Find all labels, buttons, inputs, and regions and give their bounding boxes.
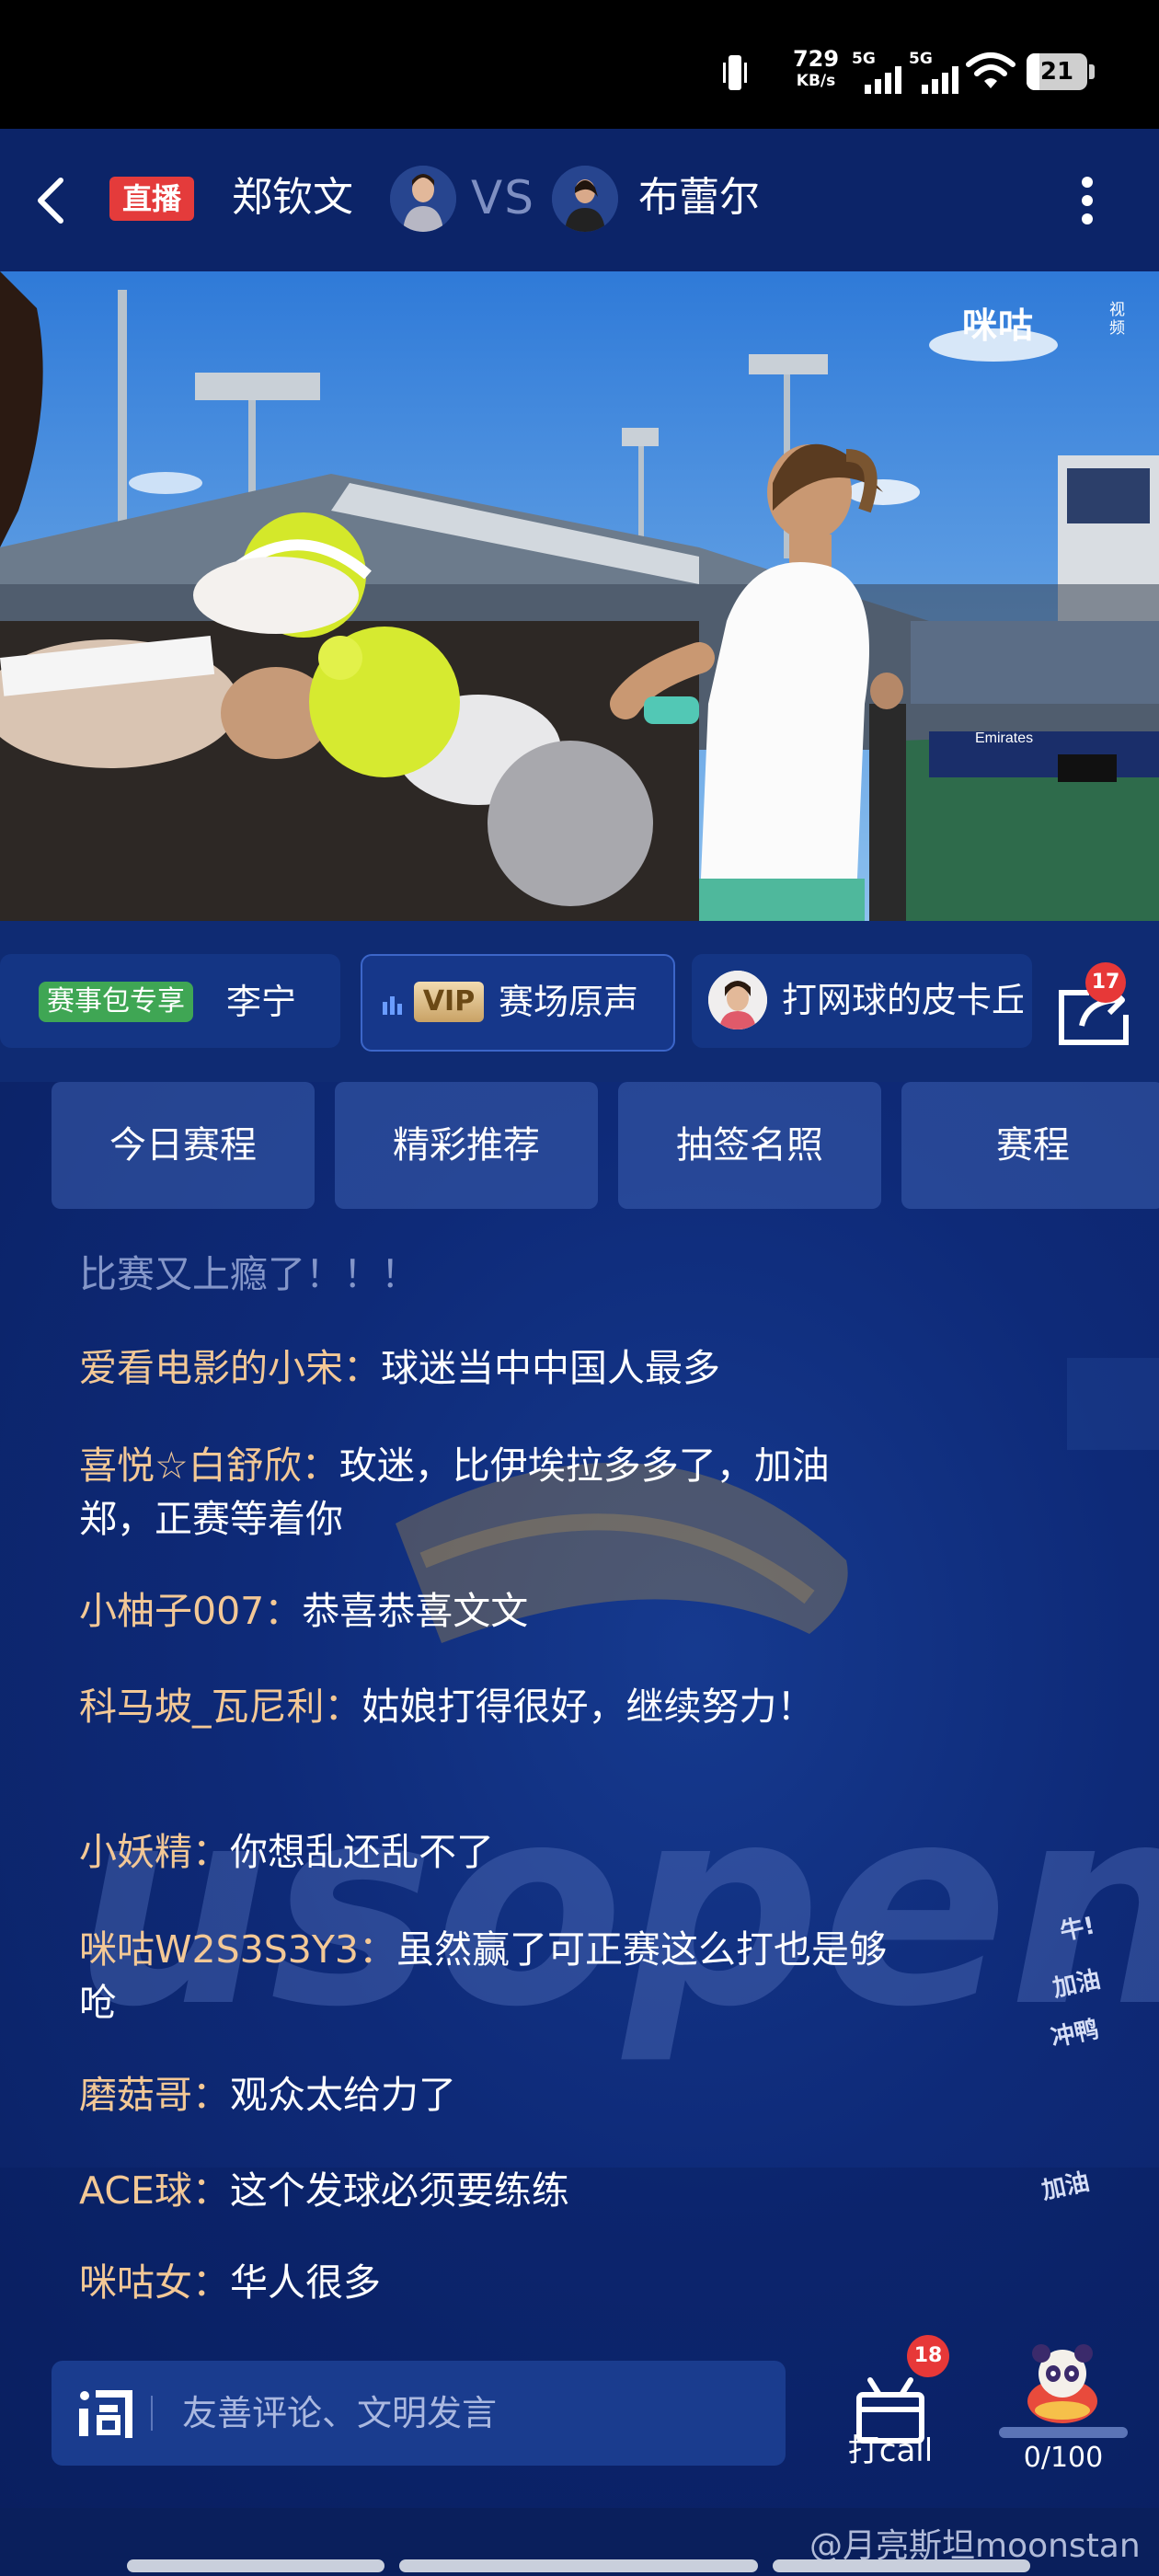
chat-text: 恭喜恭喜文文 xyxy=(302,1589,529,1633)
comment-input[interactable]: 友善评论、文明发言 xyxy=(52,2361,786,2466)
quick-highlights[interactable]: 精彩推荐 xyxy=(335,1082,598,1209)
chat-username[interactable]: 小柚子007： xyxy=(79,1589,302,1633)
vs-label: VS xyxy=(471,171,535,224)
player2-name[interactable]: 布蕾尔 xyxy=(638,166,760,230)
call-progress-bar xyxy=(999,2427,1128,2438)
channel-pill-lining[interactable]: 赛事包专享 李宁 xyxy=(0,954,340,1048)
chat-text: 球迷当中中国人最多 xyxy=(381,1346,720,1390)
status-bar: 729 KB/s 5G 5G 21 xyxy=(0,0,1159,129)
chat-username[interactable]: 科马坡_瓦尼利： xyxy=(79,1685,362,1729)
call-button-label[interactable]: 打call xyxy=(828,2425,953,2470)
channel-pill-commentator[interactable]: 打网球的皮卡丘 xyxy=(692,954,1032,1048)
net-speed: 729 KB/s xyxy=(792,46,840,90)
channel-tab-row: 赛事包专享 李宁 VIP 赛场原声 打网球的皮卡丘 xyxy=(0,921,1159,1082)
channel-pill-stadium-sound[interactable]: VIP 赛场原声 xyxy=(361,954,675,1052)
channel-label: 赛场原声 xyxy=(499,982,639,1022)
migu-video-logo: 咪咕 xyxy=(962,305,1035,346)
video-frame: Emirates xyxy=(0,271,1159,921)
chat-username[interactable]: 爱看电影的小宋： xyxy=(79,1346,381,1390)
chat-text: 观众太给力了 xyxy=(230,2073,456,2117)
player1-avatar[interactable] xyxy=(390,166,456,232)
live-badge: 直播 xyxy=(109,177,194,221)
channel-label: 打网球的皮卡丘 xyxy=(782,980,1023,1020)
chat-text: 你想乱还乱不了 xyxy=(230,1830,494,1874)
more-vertical-icon[interactable] xyxy=(1067,164,1107,237)
chat-message: 爱看电影的小宋：球迷当中中国人最多 xyxy=(79,1341,907,1395)
quick-draw-photos[interactable]: 抽签名照 xyxy=(618,1082,881,1209)
chat-faded-line: 比赛又上瘾了！！！ xyxy=(79,1252,419,1296)
match-header: 直播 郑钦文 VS 布蕾尔 xyxy=(0,129,1159,271)
player2-avatar[interactable] xyxy=(552,166,618,232)
wifi-icon xyxy=(966,52,1016,88)
chat-message: 小柚子007：恭喜恭喜文文 xyxy=(79,1584,907,1638)
signal-icon xyxy=(922,66,958,94)
signal-2: 5G xyxy=(909,50,962,94)
mascot-icon[interactable] xyxy=(1021,2337,1104,2425)
chat-message: 喜悦☆白舒欣：玫迷，比伊埃拉多多了，加油郑，正赛等着你 xyxy=(79,1439,889,1546)
signal-icon xyxy=(865,66,901,94)
audio-bars-icon xyxy=(383,996,402,1015)
nav-bar-segment xyxy=(127,2559,384,2572)
migu-video-sub: 视频 xyxy=(1109,301,1125,338)
chat-username[interactable]: ACE球： xyxy=(79,2168,230,2213)
chat-message: 磨菇哥：观众太给力了 xyxy=(79,2068,907,2122)
quick-today-schedule[interactable]: 今日赛程 xyxy=(52,1082,315,1209)
floating-emote: 牛! xyxy=(1057,1912,1098,1947)
chat-text: 这个发球必须要练练 xyxy=(229,2168,569,2213)
chat-text: 华人很多 xyxy=(230,2260,381,2305)
chat-message: 咪咕女：华人很多 xyxy=(79,2256,907,2309)
back-arrow-icon[interactable] xyxy=(26,173,81,228)
input-divider xyxy=(151,2396,153,2431)
vip-badge: VIP xyxy=(414,982,484,1022)
comment-placeholder: 友善评论、文明发言 xyxy=(182,2393,498,2433)
commentator-avatar xyxy=(708,971,767,1029)
chat-username[interactable]: 咪咕W2S3S3Y3： xyxy=(79,1927,396,1972)
chat-area: usopen 今日赛程 精彩推荐 抽签名照 赛程 比赛又上瘾了！！！ 爱看电影的… xyxy=(0,1082,1159,2508)
court-sponsor: Emirates xyxy=(975,730,1033,746)
channel-label: 李宁 xyxy=(226,982,297,1022)
chat-username[interactable]: 小妖精： xyxy=(79,1830,230,1874)
comment-mode-icon[interactable] xyxy=(75,2383,136,2444)
video-player[interactable]: Emirates 咪咕 视频 xyxy=(0,271,1159,921)
exclusive-tag: 赛事包专享 xyxy=(39,982,193,1022)
chat-text: 姑娘打得很好，继续努力！ xyxy=(361,1685,815,1729)
chat-message: 咪咕W2S3S3Y3：虽然赢了可正赛这么打也是够呛 xyxy=(79,1923,907,2030)
quick-schedule[interactable]: 赛程 xyxy=(901,1082,1159,1209)
chat-username[interactable]: 咪咕女： xyxy=(79,2260,230,2305)
nav-bar-segment xyxy=(399,2559,758,2572)
call-progress-text: 0/100 xyxy=(1023,2442,1104,2474)
player1-name[interactable]: 郑钦文 xyxy=(232,166,353,230)
chat-username[interactable]: 磨菇哥： xyxy=(79,2073,230,2117)
battery-icon: 21 xyxy=(1027,53,1095,90)
vibrate-icon xyxy=(723,55,747,90)
signal-1: 5G xyxy=(852,50,905,94)
chat-message: ACE球：这个发球必须要练练 xyxy=(79,2164,907,2217)
chat-message: 小妖精：你想乱还乱不了 xyxy=(79,1825,907,1879)
call-count-badge: 18 xyxy=(907,2335,949,2377)
chat-username[interactable]: 喜悦☆白舒欣： xyxy=(79,1443,339,1488)
chat-message: 科马坡_瓦尼利：姑娘打得很好，继续努力！ xyxy=(79,1680,889,1733)
nav-bar-segment xyxy=(773,2559,1030,2572)
share-count-badge: 17 xyxy=(1085,962,1126,1003)
